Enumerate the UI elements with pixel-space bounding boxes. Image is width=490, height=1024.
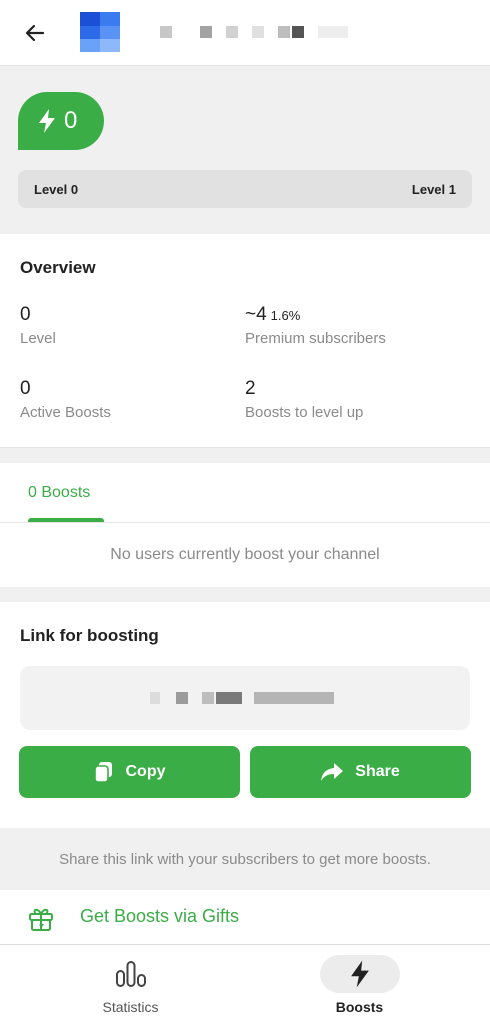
stat-active-boosts: 0 Active Boosts bbox=[20, 378, 111, 421]
gift-icon bbox=[29, 908, 53, 931]
premium-percent: 1.6% bbox=[270, 308, 301, 323]
channel-avatar[interactable] bbox=[80, 12, 120, 52]
boosts-empty-state: No users currently boost your channel bbox=[0, 523, 490, 587]
nav-boosts-label: Boosts bbox=[335, 999, 384, 1015]
level-bubble: 0 bbox=[18, 92, 104, 150]
share-button-label: Share bbox=[355, 763, 400, 780]
stat-active-label: Active Boosts bbox=[20, 404, 111, 421]
tab-boosts[interactable]: 0 Boosts bbox=[28, 463, 90, 523]
bar-chart-icon bbox=[115, 961, 146, 987]
back-button[interactable] bbox=[18, 16, 52, 50]
stat-level-label: Level bbox=[20, 330, 56, 347]
nav-statistics[interactable]: Statistics bbox=[8, 945, 253, 1023]
stat-premium-value: ~4 1.6% bbox=[245, 304, 386, 326]
stat-active-value: 0 bbox=[20, 378, 31, 399]
stat-levelup-label: Boosts to level up bbox=[245, 404, 364, 421]
share-arrow-icon bbox=[321, 763, 344, 781]
arrow-left-icon bbox=[25, 24, 45, 42]
copy-button-label: Copy bbox=[125, 763, 166, 780]
stat-level: 0 Level bbox=[20, 304, 56, 347]
premium-count: ~4 bbox=[245, 304, 267, 325]
boost-link-section: Link for boosting Copy Share bbox=[0, 602, 490, 828]
level-panel: 0 Level 0 Level 1 bbox=[0, 66, 490, 234]
boost-link-redacted bbox=[150, 692, 340, 704]
link-section-title: Link for boosting bbox=[20, 626, 159, 645]
nav-boosts[interactable]: Boosts bbox=[237, 945, 482, 1023]
channel-name-redacted bbox=[132, 26, 372, 40]
nav-boosts-icon-wrap bbox=[319, 955, 400, 993]
copy-button[interactable]: Copy bbox=[19, 746, 240, 798]
nav-statistics-label: Statistics bbox=[102, 999, 159, 1015]
nav-statistics-icon-wrap bbox=[91, 955, 171, 993]
level-progress-bar: Level 0 Level 1 bbox=[18, 170, 472, 208]
gifts-label: Get Boosts via Gifts bbox=[80, 906, 240, 926]
stat-boosts-to-level-up: 2 Boosts to level up bbox=[245, 378, 363, 421]
stat-levelup-value: 2 bbox=[245, 378, 256, 399]
get-boosts-via-gifts[interactable]: Get Boosts via Gifts bbox=[0, 890, 490, 944]
level-start-label: Level 0 bbox=[34, 181, 79, 197]
stat-premium: ~4 1.6% Premium subscribers bbox=[245, 304, 386, 347]
lightning-bolt-icon bbox=[39, 109, 55, 133]
section-divider bbox=[0, 448, 490, 463]
overview-title: Overview bbox=[20, 258, 96, 277]
overview-section: Overview 0 Level ~4 1.6% Premium subscrib… bbox=[0, 234, 490, 448]
section-divider bbox=[0, 587, 490, 602]
tab-active-indicator bbox=[28, 518, 104, 522]
stat-level-value: 0 bbox=[20, 304, 31, 325]
copy-icon bbox=[93, 762, 112, 783]
share-button[interactable]: Share bbox=[250, 746, 471, 798]
level-end-label: Level 1 bbox=[411, 181, 456, 197]
share-hint: Share this link with your subscribers to… bbox=[0, 828, 490, 890]
level-bubble-value: 0 bbox=[64, 107, 78, 134]
stat-premium-label: Premium subscribers bbox=[245, 330, 386, 347]
lightning-bolt-icon bbox=[350, 960, 369, 988]
boost-link-field[interactable] bbox=[20, 666, 470, 730]
boosts-tab-bar: 0 Boosts bbox=[0, 463, 490, 523]
bottom-navigation: Statistics Boosts bbox=[0, 944, 490, 1024]
app-header bbox=[0, 0, 490, 66]
